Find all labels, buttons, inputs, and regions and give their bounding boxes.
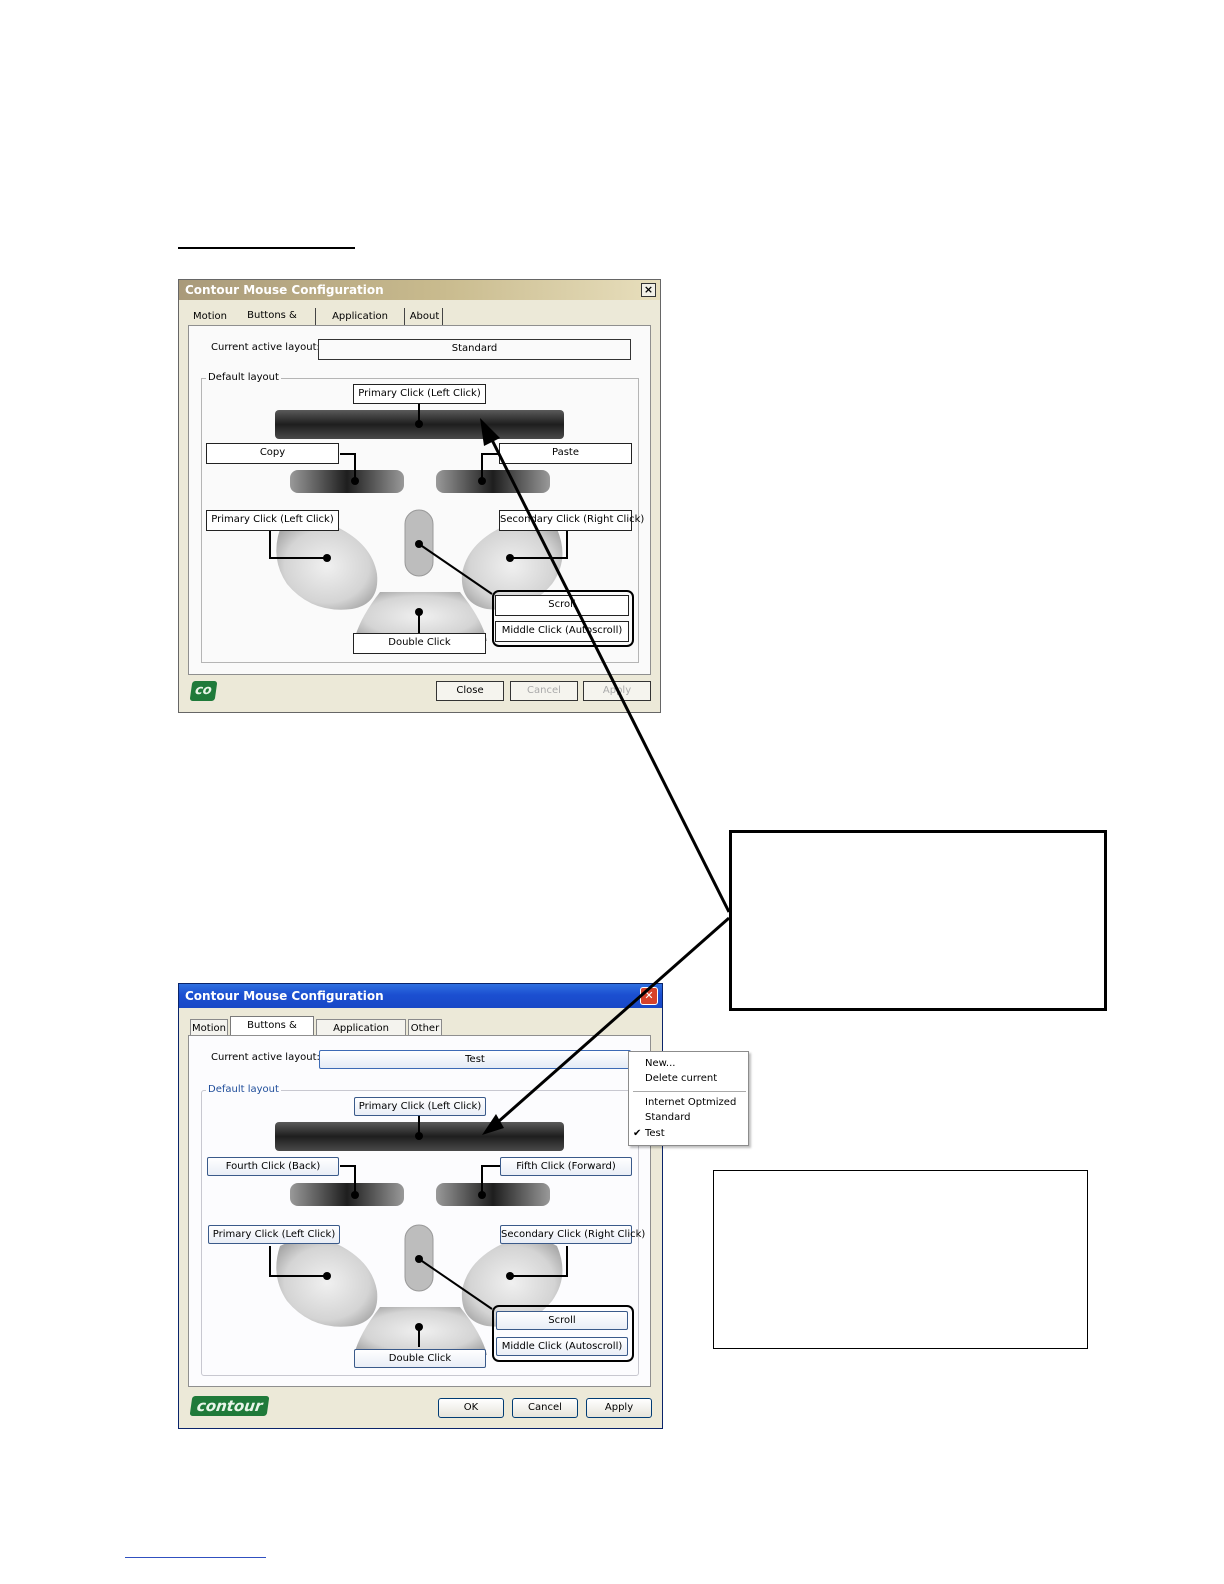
dialog-standard: Contour Mouse Configuration × Motion But…	[178, 279, 661, 713]
default-layout-group: Default layout Primary Click (Left Click…	[201, 1084, 645, 1376]
close-icon[interactable]: ✕	[640, 987, 658, 1005]
right-main-button-label[interactable]: Secondary Click (Right Click)	[500, 1225, 645, 1244]
menu-item-internet-optimized[interactable]: Internet Optmized	[645, 1097, 736, 1108]
cancel-button[interactable]: Cancel	[510, 681, 578, 701]
current-layout-label: Current active layout:	[211, 1052, 320, 1063]
tab-buttons-wheel[interactable]: Buttons & Wheel	[230, 1016, 314, 1048]
apply-button[interactable]: Apply	[583, 681, 651, 701]
tab-application-specific[interactable]: Application specific	[315, 308, 405, 339]
check-icon: ✔	[633, 1128, 642, 1139]
title-bar: Contour Mouse Configuration ✕	[179, 984, 662, 1008]
scroll-button-label[interactable]: Scroll	[496, 1311, 628, 1330]
contour-logo: co	[189, 681, 218, 701]
left-small-button-shape	[290, 470, 404, 493]
current-layout-field[interactable]: Standard	[318, 339, 631, 360]
left-small-button-label[interactable]: Copy	[206, 443, 339, 464]
menu-item-new[interactable]: New...	[645, 1058, 675, 1069]
middle-button-label[interactable]: Middle Click (Autoscroll)	[496, 1337, 628, 1356]
tab-panel: Current active layout: Test Default layo…	[188, 1035, 651, 1387]
contour-logo: contour	[189, 1396, 270, 1416]
menu-item-test[interactable]: Test	[645, 1128, 665, 1139]
title-bar: Contour Mouse Configuration ×	[179, 280, 660, 300]
left-main-button-label[interactable]: Primary Click (Left Click)	[206, 510, 339, 531]
tab-about[interactable]: About	[407, 308, 443, 325]
apply-button[interactable]: Apply	[586, 1398, 652, 1418]
right-small-button-shape	[436, 1183, 550, 1206]
header-rule	[178, 247, 355, 249]
window-title: Contour Mouse Configuration	[185, 989, 384, 1003]
tab-panel: Current active layout: Standard Default …	[188, 325, 651, 675]
tab-motion[interactable]: Motion	[192, 308, 228, 325]
scroll-button-label[interactable]: Scroll	[495, 595, 629, 616]
window-title: Contour Mouse Configuration	[185, 283, 384, 297]
menu-item-delete-current[interactable]: Delete current	[645, 1073, 717, 1084]
cancel-button[interactable]: Cancel	[512, 1398, 578, 1418]
tab-other[interactable]: Other	[408, 1019, 442, 1036]
close-icon[interactable]: ×	[641, 283, 656, 297]
menu-item-standard[interactable]: Standard	[645, 1112, 691, 1123]
default-layout-group: Default layout Primary Click (Left Click…	[201, 372, 644, 663]
top-button-label[interactable]: Primary Click (Left Click)	[354, 1097, 486, 1116]
middle-button-label[interactable]: Middle Click (Autoscroll)	[495, 621, 629, 642]
top-button-label[interactable]: Primary Click (Left Click)	[353, 384, 486, 404]
callout-box	[729, 830, 1107, 1011]
left-main-button-label[interactable]: Primary Click (Left Click)	[208, 1225, 340, 1244]
footer-rule	[125, 1557, 266, 1558]
ok-button[interactable]: OK	[438, 1398, 504, 1418]
layout-context-menu: New... Delete current Internet Optmized …	[628, 1051, 749, 1146]
right-small-button-label[interactable]: Paste	[499, 443, 632, 464]
dialog-test: Contour Mouse Configuration ✕ Motion But…	[178, 983, 663, 1429]
right-small-button-shape	[436, 470, 550, 493]
tab-application-specific[interactable]: Application specific	[316, 1019, 406, 1051]
tab-motion[interactable]: Motion	[190, 1019, 228, 1036]
note-box	[713, 1170, 1088, 1349]
bottom-button-label[interactable]: Double Click	[354, 1349, 486, 1368]
left-main-button-shape	[276, 522, 378, 610]
left-small-button-shape	[290, 1183, 404, 1206]
menu-separator	[633, 1091, 746, 1092]
left-main-button-shape	[276, 1239, 378, 1327]
current-layout-field[interactable]: Test	[319, 1050, 631, 1069]
right-main-button-label[interactable]: Secondary Click (Right Click)	[499, 510, 644, 531]
current-layout-label: Current active layout:	[211, 342, 320, 353]
tab-buttons-wheel[interactable]: Buttons & Wheel	[232, 307, 312, 338]
close-button[interactable]: Close	[436, 681, 504, 701]
bottom-button-label[interactable]: Double Click	[353, 633, 486, 654]
left-small-button-label[interactable]: Fourth Click (Back)	[207, 1157, 339, 1176]
right-small-button-label[interactable]: Fifth Click (Forward)	[500, 1157, 632, 1176]
